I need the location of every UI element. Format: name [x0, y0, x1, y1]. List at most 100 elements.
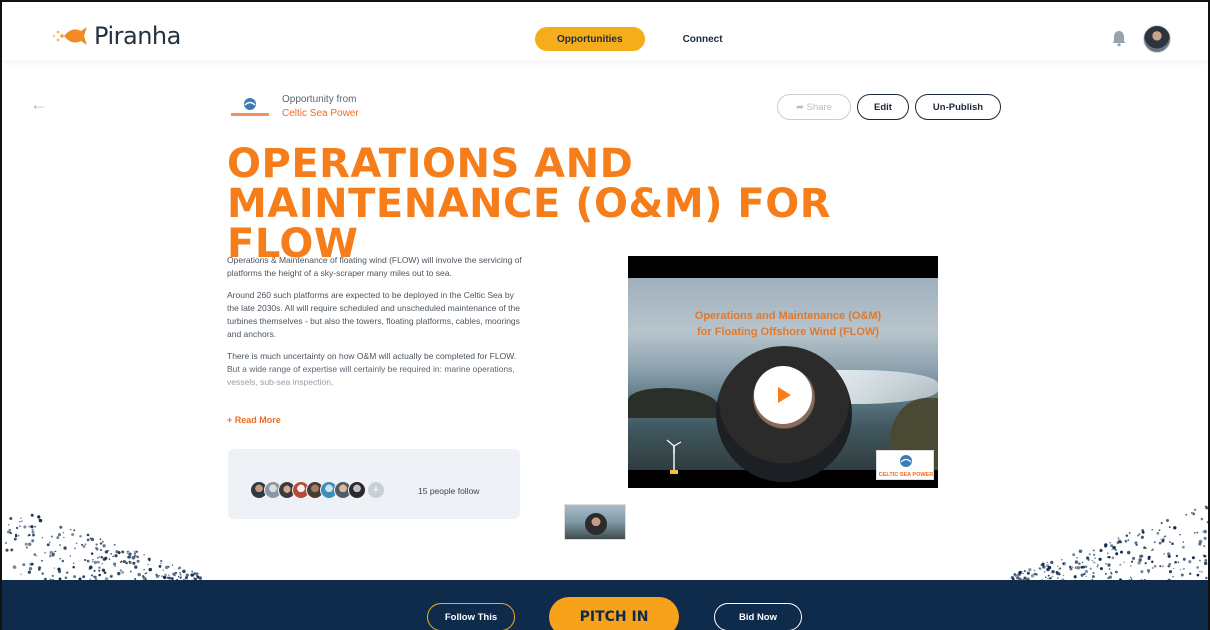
decorative-dot — [24, 542, 28, 546]
decorative-dot — [1039, 567, 1042, 570]
decorative-dot — [132, 561, 136, 565]
decorative-dot — [75, 542, 78, 545]
decorative-dot — [69, 555, 71, 557]
decorative-dot — [1140, 554, 1144, 558]
decorative-dot — [104, 550, 109, 554]
decorative-dot — [14, 533, 18, 536]
decorative-dot — [73, 529, 76, 532]
decorative-dot — [1076, 556, 1078, 559]
decorative-dot — [1206, 521, 1208, 524]
decorative-dot — [1180, 573, 1184, 577]
decorative-dot — [1141, 528, 1145, 532]
decorative-dot — [1151, 567, 1154, 569]
follow-this-button[interactable]: Follow This — [427, 603, 515, 630]
description-fade — [227, 366, 527, 412]
decorative-dot — [1068, 565, 1072, 569]
brand-logo[interactable]: Piranha — [50, 22, 181, 50]
decorative-dot — [1163, 536, 1166, 538]
pitch-in-button[interactable]: PITCH IN — [549, 597, 679, 630]
decorative-dot — [1145, 547, 1147, 549]
share-arrow-icon: ➦ — [796, 101, 804, 113]
bid-now-button[interactable]: Bid Now — [714, 603, 802, 630]
decorative-dot — [162, 569, 164, 571]
decorative-dot — [63, 536, 65, 539]
decorative-dot — [1111, 556, 1115, 560]
edit-button[interactable]: Edit — [857, 94, 909, 120]
decorative-dot — [74, 547, 76, 549]
decorative-dot — [110, 552, 113, 555]
decorative-dot — [28, 525, 31, 528]
back-arrow-icon[interactable]: ← — [30, 94, 48, 115]
decorative-dot — [33, 553, 37, 556]
decorative-dot — [1199, 559, 1201, 562]
wind-turbine-icon — [666, 439, 682, 474]
decorative-dot — [1046, 567, 1050, 572]
decorative-dot — [1159, 565, 1162, 568]
decorative-dot — [1086, 556, 1090, 560]
decorative-dot — [143, 553, 145, 556]
decorative-dot — [1058, 568, 1060, 571]
decorative-dot — [95, 546, 97, 549]
decorative-dot — [1146, 568, 1151, 573]
video-player[interactable]: Operations and Maintenance (O&M) for Flo… — [628, 256, 938, 488]
decorative-dot — [1089, 567, 1092, 570]
decorative-dot — [1055, 572, 1058, 575]
org-logo[interactable] — [230, 96, 270, 120]
decorative-dot — [46, 543, 50, 547]
decorative-dot — [1107, 552, 1109, 554]
decorative-dot — [1123, 561, 1125, 563]
brand-name: Piranha — [94, 22, 181, 50]
decorative-dot — [1165, 518, 1170, 523]
top-nav: Piranha Opportunities Connect — [2, 2, 1208, 60]
decorative-dot — [30, 513, 34, 517]
decorative-dot — [1161, 565, 1164, 568]
decorative-dot — [185, 573, 189, 577]
decorative-dot — [1074, 560, 1079, 564]
play-button[interactable] — [754, 366, 812, 424]
decorative-dot — [1057, 577, 1059, 579]
decorative-dot — [1185, 513, 1188, 516]
decorative-dot — [1046, 561, 1048, 564]
tab-opportunities[interactable]: Opportunities — [535, 27, 645, 51]
decorative-dot — [104, 556, 108, 560]
decorative-dot — [88, 567, 92, 571]
decorative-dot — [1143, 546, 1146, 549]
decorative-dot — [34, 525, 37, 528]
decorative-dot — [1072, 553, 1076, 557]
tab-connect[interactable]: Connect — [669, 27, 737, 51]
decorative-dot — [1192, 512, 1196, 516]
decorative-dot — [1096, 566, 1099, 568]
decorative-dot — [1131, 560, 1134, 563]
decorative-dot — [1109, 541, 1112, 544]
decorative-dot — [10, 548, 14, 552]
decorative-dot — [59, 525, 63, 529]
decorative-dot — [27, 570, 31, 574]
decorative-dot — [41, 572, 44, 575]
share-button[interactable]: ➦ Share — [777, 94, 851, 120]
decorative-dot — [1043, 571, 1046, 573]
decorative-dot — [1062, 561, 1066, 566]
decorative-dot — [99, 542, 103, 545]
decorative-dot — [193, 572, 196, 575]
decorative-dot — [1061, 559, 1063, 561]
user-avatar[interactable] — [1143, 25, 1171, 53]
decorative-dot — [1028, 568, 1032, 572]
decorative-dot — [57, 533, 62, 537]
decorative-dot — [1099, 567, 1103, 571]
decorative-dot — [1045, 576, 1047, 579]
decorative-dot — [17, 534, 20, 537]
decorative-dot — [37, 515, 41, 519]
read-more-link[interactable]: + Read More — [227, 415, 281, 425]
decorative-dot — [160, 559, 163, 563]
decorative-dot — [1026, 571, 1030, 575]
decorative-dot — [1160, 522, 1163, 525]
bell-icon[interactable] — [1110, 29, 1128, 47]
decorative-dot — [179, 573, 182, 576]
decorative-dot — [191, 570, 194, 573]
org-name-link[interactable]: Celtic Sea Power — [282, 108, 359, 119]
unpublish-button[interactable]: Un-Publish — [915, 94, 1001, 120]
decorative-dot — [125, 561, 128, 565]
decorative-dot — [1108, 568, 1111, 570]
decorative-dot — [71, 533, 75, 536]
decorative-dot — [147, 563, 149, 566]
